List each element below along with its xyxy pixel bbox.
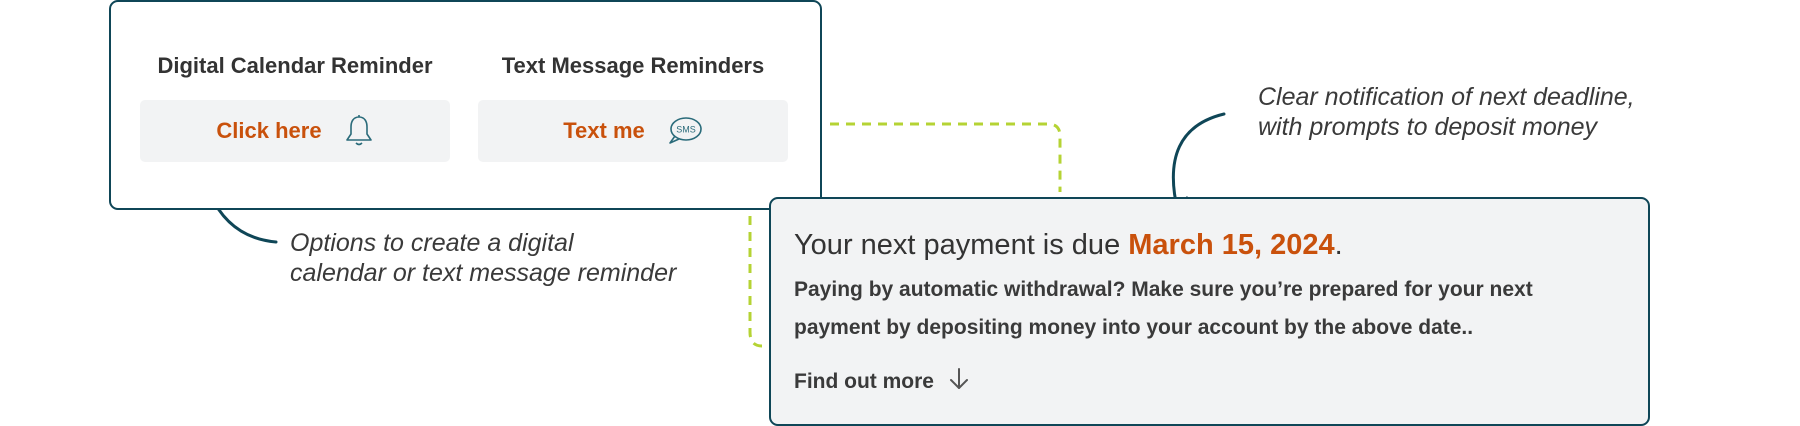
text-button-label: Text me bbox=[563, 118, 645, 143]
payment-body-line-2: payment by depositing money into your ac… bbox=[794, 316, 1474, 339]
connector-left bbox=[748, 216, 769, 348]
deadline-annotation-line-1: Clear notification of next deadline, bbox=[1258, 83, 1635, 111]
next-payment-card: Your next payment is due March 15, 2024.… bbox=[769, 197, 1650, 426]
deadline-annotation: Clear notification of next deadline, wit… bbox=[1258, 82, 1635, 142]
arrow-down-icon bbox=[948, 367, 970, 397]
calendar-click-here-button[interactable]: Click here bbox=[140, 100, 450, 162]
payment-heading: Your next payment is due March 15, 2024. bbox=[794, 229, 1343, 262]
calendar-button-label: Click here bbox=[216, 118, 322, 143]
text-me-button[interactable]: Text me SMS bbox=[478, 100, 788, 162]
bell-icon bbox=[344, 114, 374, 148]
payment-body-text: Paying by automatic withdrawal? Make sur… bbox=[794, 271, 1614, 347]
reminder-annotation-line-1: Options to create a digital bbox=[290, 229, 574, 257]
sms-icon-text: SMS bbox=[676, 125, 696, 135]
payment-due-date: March 15, 2024 bbox=[1128, 229, 1335, 261]
deadline-annotation-line-2: with prompts to deposit money bbox=[1258, 113, 1598, 141]
reminder-options-annotation: Options to create a digital calendar or … bbox=[290, 228, 676, 288]
find-out-more-label: Find out more bbox=[794, 370, 934, 393]
calendar-reminder-title: Digital Calendar Reminder bbox=[157, 53, 433, 78]
reminder-annotation-line-2: calendar or text message reminder bbox=[290, 259, 677, 287]
text-reminder-title: Text Message Reminders bbox=[501, 53, 765, 78]
payment-heading-suffix: . bbox=[1334, 229, 1343, 261]
reminder-options-card: Digital Calendar Reminder Click here Tex… bbox=[109, 0, 822, 210]
payment-heading-prefix: Your next payment is due bbox=[794, 229, 1129, 261]
payment-body-line-1: Paying by automatic withdrawal? Make sur… bbox=[794, 278, 1533, 301]
connector-top bbox=[830, 122, 1062, 192]
find-out-more-link[interactable]: Find out more bbox=[794, 367, 970, 397]
sms-bubble-icon: SMS bbox=[667, 116, 703, 146]
